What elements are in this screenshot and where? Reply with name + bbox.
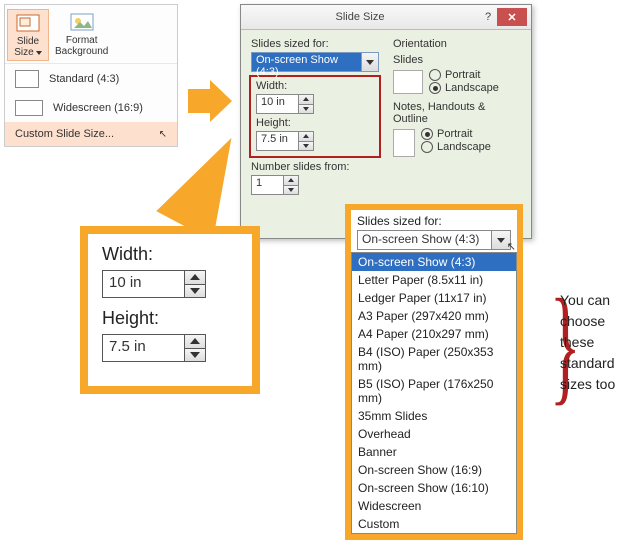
zoom-width-value: 10 in [103, 271, 184, 297]
format-background-button[interactable]: Format Background [49, 9, 114, 61]
width-down[interactable] [299, 105, 313, 114]
dd-combo-button[interactable]: ↖ [491, 231, 510, 249]
notes-landscape-label: Landscape [437, 141, 491, 153]
zoom-height-down[interactable] [185, 349, 205, 362]
menu-widescreen-169[interactable]: Widescreen (16:9) [5, 94, 177, 122]
cursor-icon: ↖ [159, 129, 167, 140]
dialog-help-button[interactable]: ? [479, 11, 497, 23]
sized-for-dropdown-callout: Slides sized for: On-screen Show (4:3) ↖… [345, 204, 523, 540]
sized-for-dropdown-button[interactable] [361, 53, 378, 71]
annotation-text: You can choose these standard sizes too [560, 290, 640, 395]
width-label: Width: [256, 80, 374, 92]
width-height-callout: Width: 10 in Height: 7.5 in [80, 226, 260, 394]
zoom-width-label: Width: [102, 244, 238, 265]
height-spinner[interactable]: 7.5 in [256, 131, 314, 151]
number-up[interactable] [284, 176, 298, 186]
height-label: Height: [256, 117, 374, 129]
notes-landscape-radio[interactable] [421, 141, 433, 153]
dd-option[interactable]: On-screen Show (16:9) [352, 461, 516, 479]
dd-option[interactable]: Widescreen [352, 497, 516, 515]
dd-option[interactable]: On-screen Show (4:3) [352, 253, 516, 271]
format-background-icon [68, 11, 96, 33]
slides-landscape-label: Landscape [445, 82, 499, 94]
menu-widescreen-label: Widescreen (16:9) [53, 102, 143, 114]
dd-option[interactable]: Overhead [352, 425, 516, 443]
notes-orient-label: Notes, Handouts & Outline [393, 101, 521, 125]
zoom-height-up[interactable] [185, 335, 205, 349]
dd-option[interactable]: Banner [352, 443, 516, 461]
dialog-close-button[interactable]: ✕ [497, 8, 527, 26]
dd-label: Slides sized for: [357, 214, 511, 228]
slides-portrait-radio[interactable] [429, 69, 441, 81]
menu-custom-label: Custom Slide Size... [15, 128, 114, 140]
sized-for-label: Slides sized for: [251, 38, 379, 50]
number-down[interactable] [284, 186, 298, 195]
dd-options-list: On-screen Show (4:3)Letter Paper (8.5x11… [351, 252, 517, 534]
menu-standard-label: Standard (4:3) [49, 73, 119, 85]
width-height-highlight: Width: 10 in Height: 7.5 in [249, 75, 381, 158]
dd-combo-value: On-screen Show (4:3) [358, 231, 491, 249]
zoom-width-spinner[interactable]: 10 in [102, 270, 206, 298]
notes-orient-icon [393, 129, 415, 157]
dd-option[interactable]: B4 (ISO) Paper (250x353 mm) [352, 343, 516, 375]
cursor-icon: ↖ [507, 240, 516, 253]
slide-size-button[interactable]: Slide Size [7, 9, 49, 61]
slides-portrait-label: Portrait [445, 69, 480, 81]
height-up[interactable] [299, 132, 313, 142]
dd-option[interactable]: On-screen Show (16:10) [352, 479, 516, 497]
slides-landscape-radio[interactable] [429, 82, 441, 94]
notes-portrait-label: Portrait [437, 128, 472, 140]
number-slides-label: Number slides from: [251, 161, 379, 173]
aspect-169-icon [15, 100, 43, 116]
width-up[interactable] [299, 95, 313, 105]
notes-portrait-radio[interactable] [421, 128, 433, 140]
height-down[interactable] [299, 142, 313, 151]
slide-size-label: Slide Size [14, 36, 41, 58]
dialog-title: Slide Size [241, 11, 479, 23]
number-slides-value: 1 [252, 176, 283, 194]
zoom-height-label: Height: [102, 308, 238, 329]
slide-size-icon [14, 12, 42, 34]
menu-standard-43[interactable]: Standard (4:3) [5, 64, 177, 94]
zoom-width-up[interactable] [185, 271, 205, 285]
dd-option[interactable]: Ledger Paper (11x17 in) [352, 289, 516, 307]
aspect-43-icon [15, 70, 39, 88]
sized-for-combo[interactable]: On-screen Show (4:3) [251, 52, 379, 72]
dd-option[interactable]: A3 Paper (297x420 mm) [352, 307, 516, 325]
sized-for-value: On-screen Show (4:3) [252, 53, 361, 71]
slides-orient-label: Slides [393, 54, 521, 66]
width-spinner[interactable]: 10 in [256, 94, 314, 114]
dd-option[interactable]: 35mm Slides [352, 407, 516, 425]
ribbon-slide-size-menu: Slide Size Format Background Standard (4… [4, 4, 178, 147]
height-value: 7.5 in [257, 132, 298, 150]
number-slides-spinner[interactable]: 1 [251, 175, 299, 195]
dialog-titlebar: Slide Size ? ✕ [241, 5, 531, 30]
zoom-width-down[interactable] [185, 285, 205, 298]
dd-option[interactable]: Custom [352, 515, 516, 533]
dd-option[interactable]: B5 (ISO) Paper (176x250 mm) [352, 375, 516, 407]
slides-orient-icon [393, 70, 423, 94]
menu-custom-slide-size[interactable]: Custom Slide Size... ↖ [5, 122, 177, 146]
zoom-height-spinner[interactable]: 7.5 in [102, 334, 206, 362]
format-background-label: Format Background [55, 35, 108, 57]
dd-option[interactable]: Letter Paper (8.5x11 in) [352, 271, 516, 289]
dd-combo[interactable]: On-screen Show (4:3) ↖ [357, 230, 511, 250]
dd-option[interactable]: A4 Paper (210x297 mm) [352, 325, 516, 343]
width-value: 10 in [257, 95, 298, 113]
orientation-label: Orientation [393, 38, 521, 50]
zoom-height-value: 7.5 in [103, 335, 184, 361]
